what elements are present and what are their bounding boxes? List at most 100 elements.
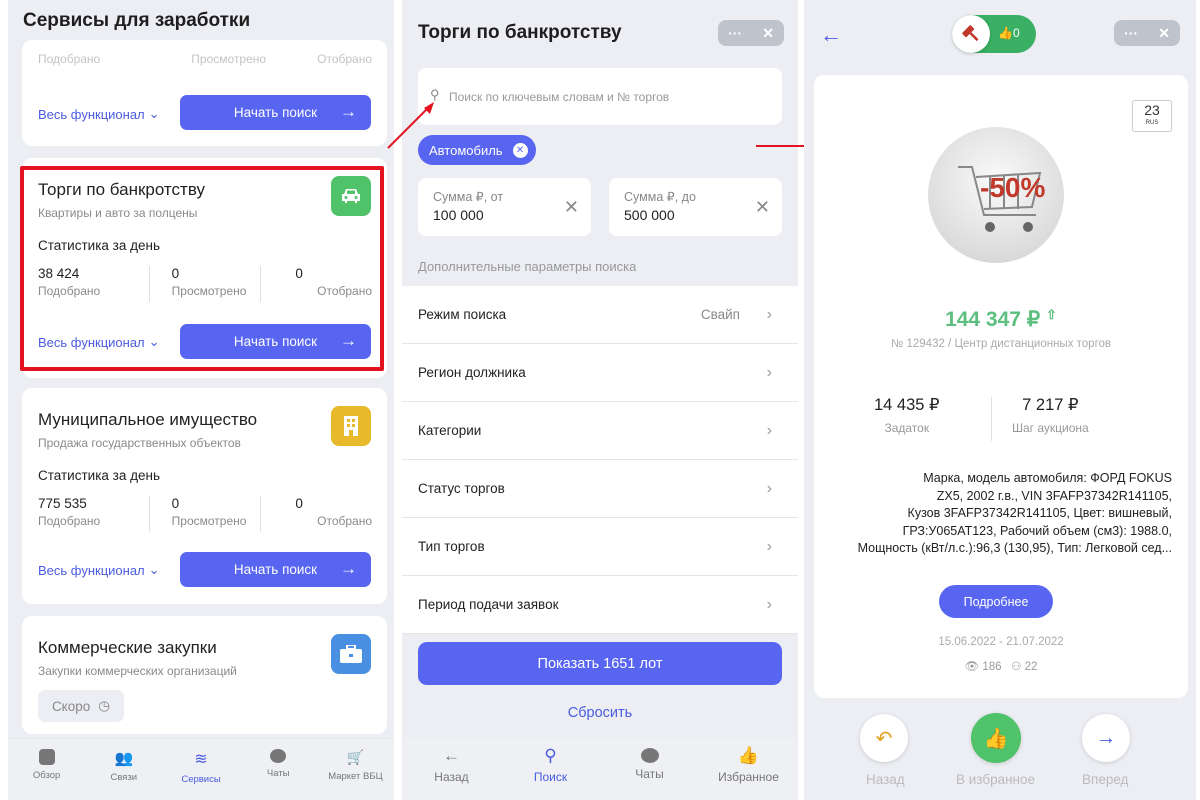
param-row-mode[interactable]: Режим поиска Свайп ›	[402, 286, 798, 344]
search-placeholder: Поиск по ключевым словам и № торгов	[449, 90, 670, 104]
lot-image: -50%	[928, 127, 1064, 263]
menu-pill[interactable]: ··· ✕	[1114, 20, 1180, 46]
stat-value: 775 535	[38, 496, 87, 511]
start-search-button[interactable]: Начать поиск →	[180, 95, 371, 130]
row-value: Свайп	[700, 307, 740, 322]
back-arrow-icon[interactable]: ←	[820, 22, 842, 48]
search-input[interactable]: ⚲ Поиск по ключевым словам и № торгов	[418, 68, 782, 125]
stat-value: 0	[295, 496, 303, 511]
stat-label: Просмотрено	[171, 514, 247, 528]
show-results-button[interactable]: Показать 1651 лот	[418, 642, 782, 685]
field-value: 500 000	[624, 207, 675, 223]
eye-icon: 👁	[964, 661, 980, 673]
menu-pill[interactable]: ··· ✕	[718, 20, 784, 46]
like-toggle[interactable]: 👍0	[952, 15, 1036, 53]
close-icon[interactable]: ✕	[1158, 25, 1170, 42]
next-button[interactable]: →	[1082, 714, 1130, 762]
soon-badge: Скоро ◷	[38, 690, 124, 722]
clear-icon[interactable]: ✕	[755, 197, 770, 218]
card-title: Муниципальное имущество	[38, 410, 258, 429]
auction-step: 7 217 ₽ Шаг аукциона	[1012, 396, 1089, 435]
start-search-button[interactable]: Начать поиск →	[180, 552, 371, 587]
arrow-left-icon: ←	[443, 746, 460, 765]
tab-market[interactable]: 🛒 Маркет ВБЦ	[317, 739, 394, 800]
ghost-label: Просмотрено	[191, 52, 267, 66]
back-label: Назад	[866, 772, 905, 787]
chevron-right-icon: ›	[766, 421, 772, 439]
remove-chip-icon[interactable]: ✕	[512, 142, 528, 158]
ghost-label: Отобрано	[317, 52, 372, 66]
field-value: 100 000	[433, 207, 484, 223]
tab-search[interactable]: ⚲ Поиск	[501, 738, 600, 800]
details-button[interactable]: Подробнее	[939, 585, 1053, 618]
svg-text:-50%: -50%	[980, 172, 1045, 203]
ghost-label: Подобрано	[38, 52, 101, 66]
search-icon: ⚲	[544, 746, 557, 765]
favorite-button[interactable]: 👍	[971, 713, 1021, 763]
more-icon[interactable]: ···	[1124, 25, 1138, 41]
close-icon[interactable]: ✕	[762, 25, 774, 42]
building-icon	[331, 406, 371, 446]
chevron-right-icon: ›	[766, 305, 772, 323]
chevron-right-icon: ›	[766, 479, 772, 497]
bottom-tab-bar: ← Назад ⚲ Поиск Чаты 👍 Избранное	[402, 738, 798, 800]
chevron-down-icon: ⌄	[148, 106, 160, 121]
tab-services[interactable]: ≋ Сервисы	[162, 739, 239, 800]
arrow-right-icon: →	[340, 559, 357, 578]
favorite-label: В избранное	[956, 772, 1036, 787]
lot-description: Марка, модель автомобиля: ФОРД FOKUS ZX5,…	[857, 471, 1172, 555]
tab-chats[interactable]: Чаты	[600, 738, 699, 800]
param-row-type[interactable]: Тип торгов ›	[402, 518, 798, 576]
arrow-up-circle-icon: ⇧	[1046, 307, 1057, 322]
stats-heading: Статистика за день	[38, 468, 160, 483]
likes-count: 0	[1012, 26, 1020, 40]
clear-icon[interactable]: ✕	[564, 197, 579, 218]
service-card-commercial[interactable]: Коммерческие закупки Закупки коммерчески…	[22, 616, 387, 734]
tab-connections[interactable]: 👥 Связи	[85, 739, 162, 800]
tab-chats[interactable]: Чаты	[240, 739, 317, 800]
lot-price: 144 347 ₽ ⇧	[945, 307, 1057, 331]
chevron-right-icon: ›	[766, 363, 772, 381]
tab-back[interactable]: ← Назад	[402, 738, 501, 800]
tab-favorites[interactable]: 👍 Избранное	[699, 738, 798, 800]
thumbs-up-icon: 👍	[998, 26, 1013, 40]
lot-dates: 15.06.2022 - 21.07.2022	[938, 636, 1064, 648]
search-screen: Торги по банкротству ··· ✕ ⚲ Поиск по клю…	[402, 0, 798, 800]
people-icon: 👥	[114, 750, 134, 767]
red-arrow	[387, 102, 434, 149]
sum-to-field[interactable]: Сумма ₽, до 500 000 ✕	[609, 178, 782, 236]
chat-bubble-icon	[640, 748, 659, 763]
tab-overview[interactable]: Обзор	[8, 739, 85, 800]
gavel-icon	[952, 15, 990, 53]
chevron-right-icon: ›	[766, 595, 772, 613]
undo-icon: ↶	[875, 727, 893, 750]
stat-label: Подобрано	[38, 514, 101, 528]
card-subtitle: Закупки коммерческих организаций	[38, 664, 237, 678]
clock-icon: ◷	[98, 698, 111, 713]
all-features-link[interactable]: Весь функционал ⌄	[38, 106, 160, 122]
card-subtitle: Продажа государственных объектов	[38, 436, 241, 450]
thumbs-up-icon: 👍	[983, 727, 1009, 750]
param-row-categories[interactable]: Категории ›	[402, 402, 798, 460]
params-list: Режим поиска Свайп › Регион должника › Кате…	[402, 286, 798, 634]
param-row-period[interactable]: Период подачи заявок ›	[402, 576, 798, 634]
more-icon[interactable]: ···	[728, 25, 742, 41]
section-heading: Дополнительные параметры поиска	[418, 259, 637, 274]
cart-icon: 🛒	[346, 749, 365, 765]
lot-screen: ← 👍0 ··· ✕ 23 RUS -50% 144 347 ₽ ⇧ № 12943…	[804, 0, 1196, 800]
sum-from-field[interactable]: Сумма ₽, от 100 000 ✕	[418, 178, 591, 236]
card-title: Коммерческие закупки	[38, 638, 217, 657]
arrow-right-icon: →	[1096, 726, 1116, 749]
page-title: Сервисы для заработки	[23, 10, 251, 31]
next-label: Вперед	[1082, 772, 1129, 787]
param-row-region[interactable]: Регион должника ›	[402, 344, 798, 402]
services-icon: ≋	[194, 751, 208, 768]
service-card-municipal[interactable]: Муниципальное имущество Продажа государс…	[22, 388, 387, 604]
reset-link[interactable]: Сбросить	[402, 705, 798, 721]
param-row-status[interactable]: Статус торгов ›	[402, 460, 798, 518]
services-screen: Сервисы для заработки Подобрано Просмотр…	[8, 0, 394, 800]
briefcase-icon	[331, 634, 371, 674]
undo-button[interactable]: ↶	[860, 714, 908, 762]
divider	[991, 397, 992, 441]
all-features-link[interactable]: Весь функционал ⌄	[38, 562, 160, 578]
